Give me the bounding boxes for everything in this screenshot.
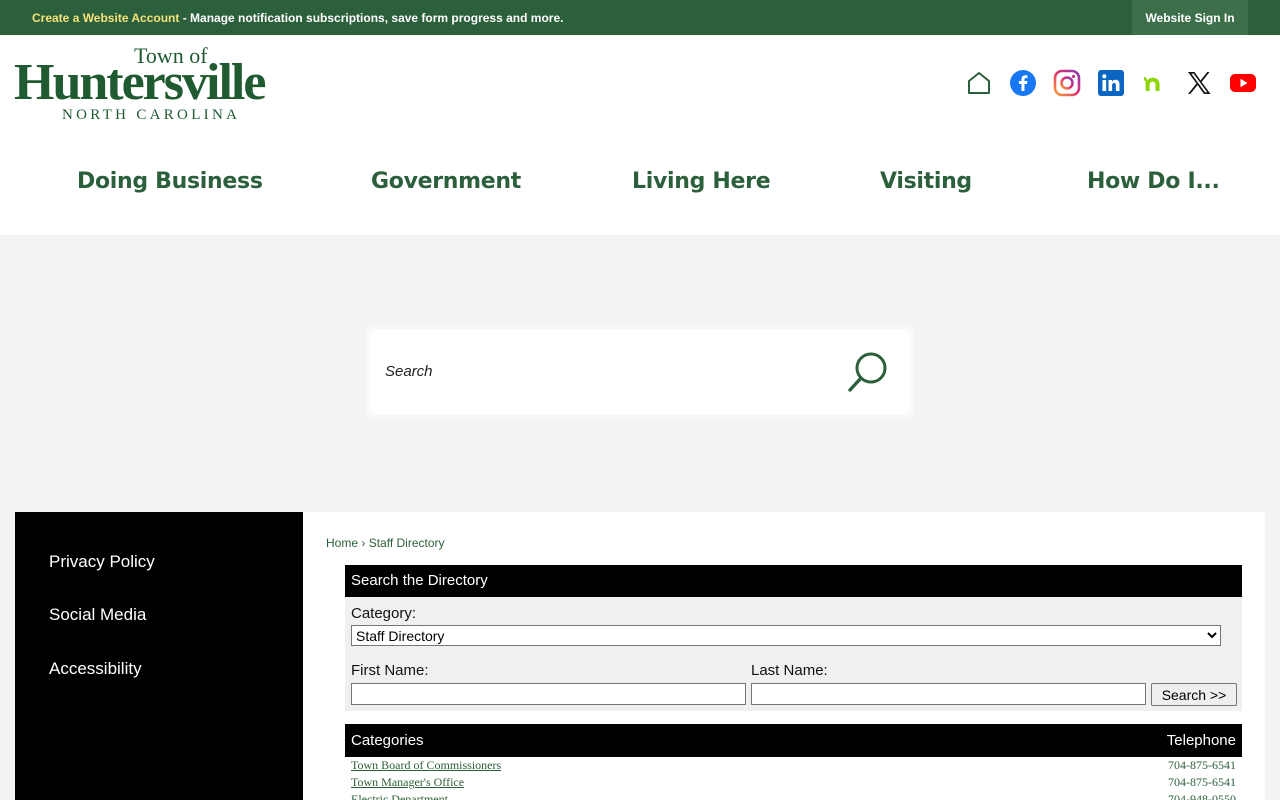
main-navigation: Doing Business Government Living Here Vi… (0, 163, 1280, 203)
table-row: Town Board of Commissioners 704-875-6541 (345, 758, 1242, 775)
sidebar-item-accessibility[interactable]: Accessibility (49, 659, 142, 679)
categories-column-header: Categories (351, 732, 424, 749)
directory-search-form: Category: Staff Directory First Name: La… (345, 597, 1242, 711)
category-phone: 704-948-0550 (1168, 792, 1236, 800)
category-label: Category: (351, 605, 417, 622)
directory-search-title: Search the Directory (345, 565, 1242, 597)
facebook-icon[interactable] (1008, 68, 1038, 98)
nav-government[interactable]: Government (371, 169, 521, 194)
category-link[interactable]: Town Manager's Office (351, 775, 464, 790)
category-select[interactable]: Staff Directory (351, 625, 1221, 646)
logo-town-name: Huntersville (14, 54, 266, 111)
site-header: Town of Huntersville NORTH CAROLINA Doin… (0, 35, 1280, 235)
telephone-column-header: Telephone (1166, 732, 1236, 749)
table-row: Town Manager's Office 704-875-6541 (345, 775, 1242, 792)
category-link[interactable]: Electric Department (351, 792, 448, 800)
first-name-label: First Name: (351, 662, 429, 679)
search-icon (848, 352, 887, 392)
search-input[interactable] (385, 353, 825, 389)
table-row: Electric Department 704-948-0550 (345, 792, 1242, 800)
first-name-input[interactable] (351, 683, 746, 705)
search-button[interactable] (845, 349, 891, 395)
site-search (365, 325, 915, 419)
main-content: Home › Staff Directory Search the Direct… (303, 512, 1265, 800)
category-link[interactable]: Town Board of Commissioners (351, 758, 501, 773)
town-logo[interactable]: Town of Huntersville NORTH CAROLINA (14, 43, 276, 125)
sidebar-item-privacy-policy[interactable]: Privacy Policy (49, 552, 155, 572)
account-message: Create a Website Account - Manage notifi… (32, 11, 563, 25)
nav-doing-business[interactable]: Doing Business (77, 169, 263, 194)
linkedin-icon[interactable] (1096, 68, 1126, 98)
sidebar-item-social-media[interactable]: Social Media (49, 605, 146, 625)
breadcrumb-home[interactable]: Home (326, 536, 358, 550)
x-icon[interactable] (1184, 68, 1214, 98)
nextdoor-icon[interactable] (1140, 68, 1170, 98)
nav-visiting[interactable]: Visiting (880, 169, 972, 194)
breadcrumb: Home › Staff Directory (326, 536, 445, 550)
nav-how-do-i[interactable]: How Do I... (1087, 169, 1220, 194)
directory-search-button[interactable]: Search >> (1151, 683, 1237, 706)
instagram-icon[interactable] (1052, 68, 1082, 98)
category-phone: 704-875-6541 (1168, 775, 1236, 789)
website-sign-in-button[interactable]: Website Sign In (1132, 0, 1248, 35)
sidebar: Privacy Policy Social Media Accessibilit… (15, 512, 303, 800)
categories-header: Categories Telephone (345, 724, 1242, 757)
last-name-input[interactable] (751, 683, 1146, 705)
youtube-icon[interactable] (1228, 68, 1258, 98)
logo-state: NORTH CAROLINA (62, 107, 241, 123)
directory-search-panel: Search the Directory Category: Staff Dir… (345, 565, 1242, 711)
account-bar: Create a Website Account - Manage notifi… (0, 0, 1280, 35)
category-phone: 704-875-6541 (1168, 758, 1236, 772)
home-icon[interactable] (964, 68, 994, 98)
create-account-link[interactable]: Create a Website Account (32, 11, 179, 25)
account-message-text: - Manage notification subscriptions, sav… (179, 11, 564, 25)
last-name-label: Last Name: (751, 662, 828, 679)
breadcrumb-current[interactable]: Staff Directory (369, 536, 445, 550)
social-links (964, 68, 1258, 98)
nav-living-here[interactable]: Living Here (632, 169, 771, 194)
breadcrumb-separator: › (358, 536, 369, 550)
